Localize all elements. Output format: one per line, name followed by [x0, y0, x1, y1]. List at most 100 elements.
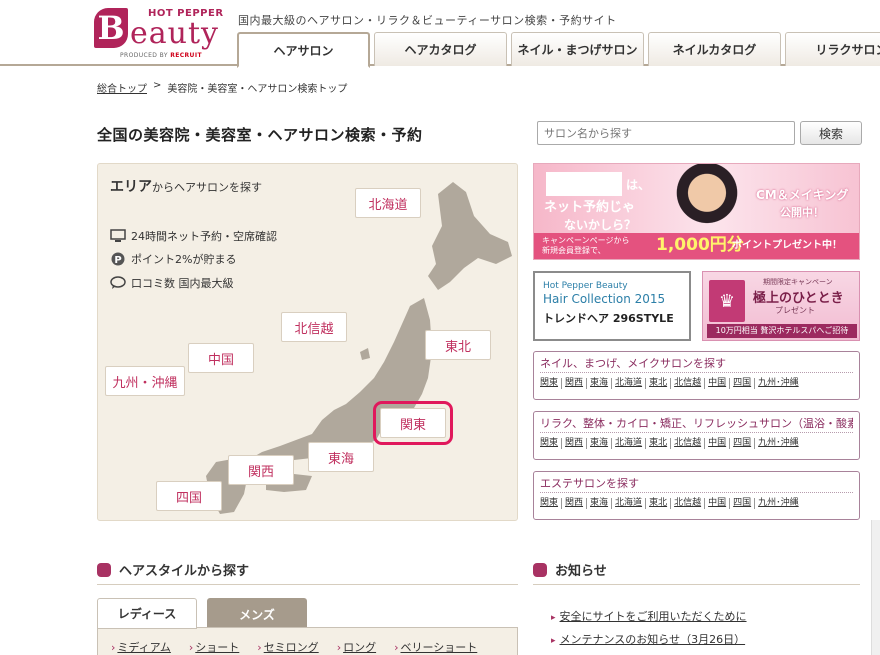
section-bullet-icon: [533, 562, 547, 577]
map-hokkaido: [428, 182, 512, 290]
site-tagline: 国内最大級のヘアサロン・リラク＆ビューティーサロン検索・予約サイト: [238, 14, 617, 27]
region-link[interactable]: 北海道: [612, 378, 647, 389]
section-divider: [533, 584, 860, 585]
tab-relax-salon[interactable]: リラクサロン: [785, 32, 880, 66]
region-link[interactable]: 関西: [562, 438, 588, 449]
region-link[interactable]: 東海: [587, 498, 613, 509]
campaign-detail: 10万円相当 贅沢ホテルスパへご招待: [707, 324, 857, 338]
hotel-spa-campaign-banner[interactable]: ♛ 期間限定キャンペーン 極上のひととき プレゼント 10万円相当 贅沢ホテルス…: [702, 271, 860, 341]
region-link[interactable]: 東海: [587, 378, 613, 389]
region-link[interactable]: 北信越: [671, 498, 706, 509]
campaign-label: 期間限定キャンペーン: [763, 278, 833, 286]
hairstyle-link-medium[interactable]: ミディアム: [111, 639, 170, 655]
tab-hair-catalog[interactable]: ヘアカタログ: [374, 32, 507, 66]
region-link[interactable]: 北信越: [671, 438, 706, 449]
breadcrumb-separator: >: [153, 80, 162, 91]
tab-hair-salon[interactable]: ヘアサロン: [237, 32, 370, 68]
tab-mens[interactable]: メンズ: [207, 598, 307, 629]
point-icon: P: [110, 252, 126, 266]
search-button[interactable]: 検索: [800, 121, 862, 145]
banner-cm-sub: 公開中！: [780, 206, 824, 219]
hotpepper-beauty-logo[interactable]: HOT PEPPER B eauty PRODUCED BY RECRUIT: [92, 6, 228, 62]
news-item: 安全にサイトをご利用いただくために: [551, 608, 747, 624]
region-link[interactable]: 中国: [705, 438, 731, 449]
region-tokai[interactable]: 東海: [308, 442, 374, 472]
region-kanto[interactable]: 関東: [373, 401, 453, 445]
breadcrumb-home-link[interactable]: 総合トップ: [97, 80, 147, 95]
region-link[interactable]: 九州･沖縄: [755, 498, 802, 509]
page-scrollbar[interactable]: [871, 520, 880, 655]
region-chugoku[interactable]: 中国: [188, 343, 254, 373]
category-relax: リラク、整体・カイロ・矯正、リフレッシュサロン（温浴・酸素）サロンを探す 関東 …: [533, 411, 860, 460]
region-hokushinetsu[interactable]: 北信越: [281, 312, 347, 342]
region-link[interactable]: 東北: [646, 378, 672, 389]
celebrity-photo: [662, 164, 752, 236]
hairstyle-section-heading: ヘアスタイルから探す: [97, 560, 249, 579]
hairstyle-link-long[interactable]: ロング: [337, 639, 376, 655]
monitor-icon: [110, 229, 126, 243]
section-bullet-icon: [97, 562, 111, 577]
banner-bar-rest: ポイントプレゼント中！: [732, 240, 842, 251]
region-link[interactable]: 関西: [562, 498, 588, 509]
region-link[interactable]: 関東: [540, 378, 563, 389]
region-link[interactable]: 中国: [705, 498, 731, 509]
news-link-safety[interactable]: 安全にサイトをご利用いただくために: [560, 610, 747, 623]
category-nail-eyelash-make: ネイル、まつげ、メイクサロンを探す 関東 関西 東海 北海道 東北 北信越 中国…: [533, 351, 860, 400]
logo-recruit: RECRUIT: [170, 52, 202, 59]
region-link[interactable]: 北海道: [612, 438, 647, 449]
speech-bubble-icon: [110, 276, 126, 290]
banner-question-2: ないかしら？: [564, 218, 637, 232]
region-link[interactable]: 九州･沖縄: [755, 438, 802, 449]
region-link[interactable]: 東北: [646, 438, 672, 449]
hairstyle-link-semi-long[interactable]: セミロング: [257, 639, 319, 655]
region-link[interactable]: 東北: [646, 498, 672, 509]
category-title[interactable]: エステサロンを探す: [540, 475, 853, 493]
area-heading: エリアからヘアサロンを探す: [110, 176, 262, 196]
feature-points: P ポイント2%が貯まる: [110, 251, 236, 267]
category-region-links: 関東 関西 東海 北海道 東北 北信越 中国 四国 九州･沖縄: [540, 438, 853, 449]
region-link[interactable]: 四国: [730, 378, 756, 389]
region-link[interactable]: 中国: [705, 378, 731, 389]
area-heading-rest: からヘアサロンを探す: [152, 181, 262, 194]
tab-nail-eyelash-salon[interactable]: ネイル・まつげサロン: [511, 32, 644, 66]
region-hokkaido[interactable]: 北海道: [355, 188, 421, 218]
banner-amount: 1,000円分: [656, 235, 744, 255]
breadcrumb-current: 美容院・美容室・ヘアサロン検索トップ: [167, 84, 348, 95]
region-link[interactable]: 関東: [540, 438, 563, 449]
hair-collection-title: Hair Collection 2015: [543, 292, 666, 306]
hairstyle-link-short[interactable]: ショート: [189, 639, 239, 655]
feature-24h-booking: 24時間ネット予約・空席確認: [110, 228, 277, 244]
category-title[interactable]: ネイル、まつげ、メイクサロンを探す: [540, 355, 853, 373]
region-link[interactable]: 四国: [730, 438, 756, 449]
region-link[interactable]: 四国: [730, 498, 756, 509]
feature-reviews-text: 口コミ数 国内最大級: [131, 277, 234, 290]
region-link[interactable]: 北海道: [612, 498, 647, 509]
region-link[interactable]: 北信越: [671, 378, 706, 389]
hairstyle-link-very-short[interactable]: ベリーショート: [394, 639, 478, 655]
banner-question-1: ネット予約じゃ: [544, 200, 636, 215]
logo-b-mark: B: [94, 8, 128, 48]
region-tohoku[interactable]: 東北: [425, 330, 491, 360]
category-title[interactable]: リラク、整体・カイロ・矯正、リフレッシュサロン（温浴・酸素）サロンを探す: [540, 415, 853, 433]
region-kansai[interactable]: 関西: [228, 455, 294, 485]
breadcrumb: 総合トップ > 美容院・美容室・ヘアサロン検索トップ: [97, 80, 347, 95]
area-heading-bold: エリア: [110, 179, 152, 195]
tab-ladies[interactable]: レディース: [97, 598, 197, 629]
salon-search-input[interactable]: [537, 121, 795, 145]
tab-nail-catalog[interactable]: ネイルカタログ: [648, 32, 781, 66]
site-header: HOT PEPPER B eauty PRODUCED BY RECRUIT 国…: [0, 0, 880, 68]
net-booking-campaign-banner[interactable]: は、 ネット予約じゃ ないかしら？ CM＆メイキング 公開中！ キャンペーンペー…: [533, 163, 860, 260]
hair-collection-banner[interactable]: Hot Pepper Beauty Hair Collection 2015 ト…: [533, 271, 691, 341]
area-search-panel: エリアからヘアサロンを探す 24時間ネット予約・空席確認 P ポイント2%が貯ま…: [97, 163, 518, 521]
banner-cm-text: CM＆メイキング: [756, 188, 849, 202]
crown-icon: ♛: [709, 280, 745, 322]
region-link[interactable]: 関西: [562, 378, 588, 389]
region-kyushu-okinawa[interactable]: 九州・沖縄: [105, 366, 185, 396]
region-link[interactable]: 関東: [540, 498, 563, 509]
banner-bottom-bar: キャンペーンページから 新規会員登録で、 1,000円分 ポイントプレゼント中！: [534, 233, 859, 259]
region-link[interactable]: 東海: [587, 438, 613, 449]
region-shikoku[interactable]: 四国: [156, 481, 222, 511]
hair-collection-subtitle: トレンドヘア 296STYLE: [543, 312, 674, 325]
region-link[interactable]: 九州･沖縄: [755, 378, 802, 389]
news-link-maintenance[interactable]: メンテナンスのお知らせ（3月26日）: [560, 633, 746, 646]
